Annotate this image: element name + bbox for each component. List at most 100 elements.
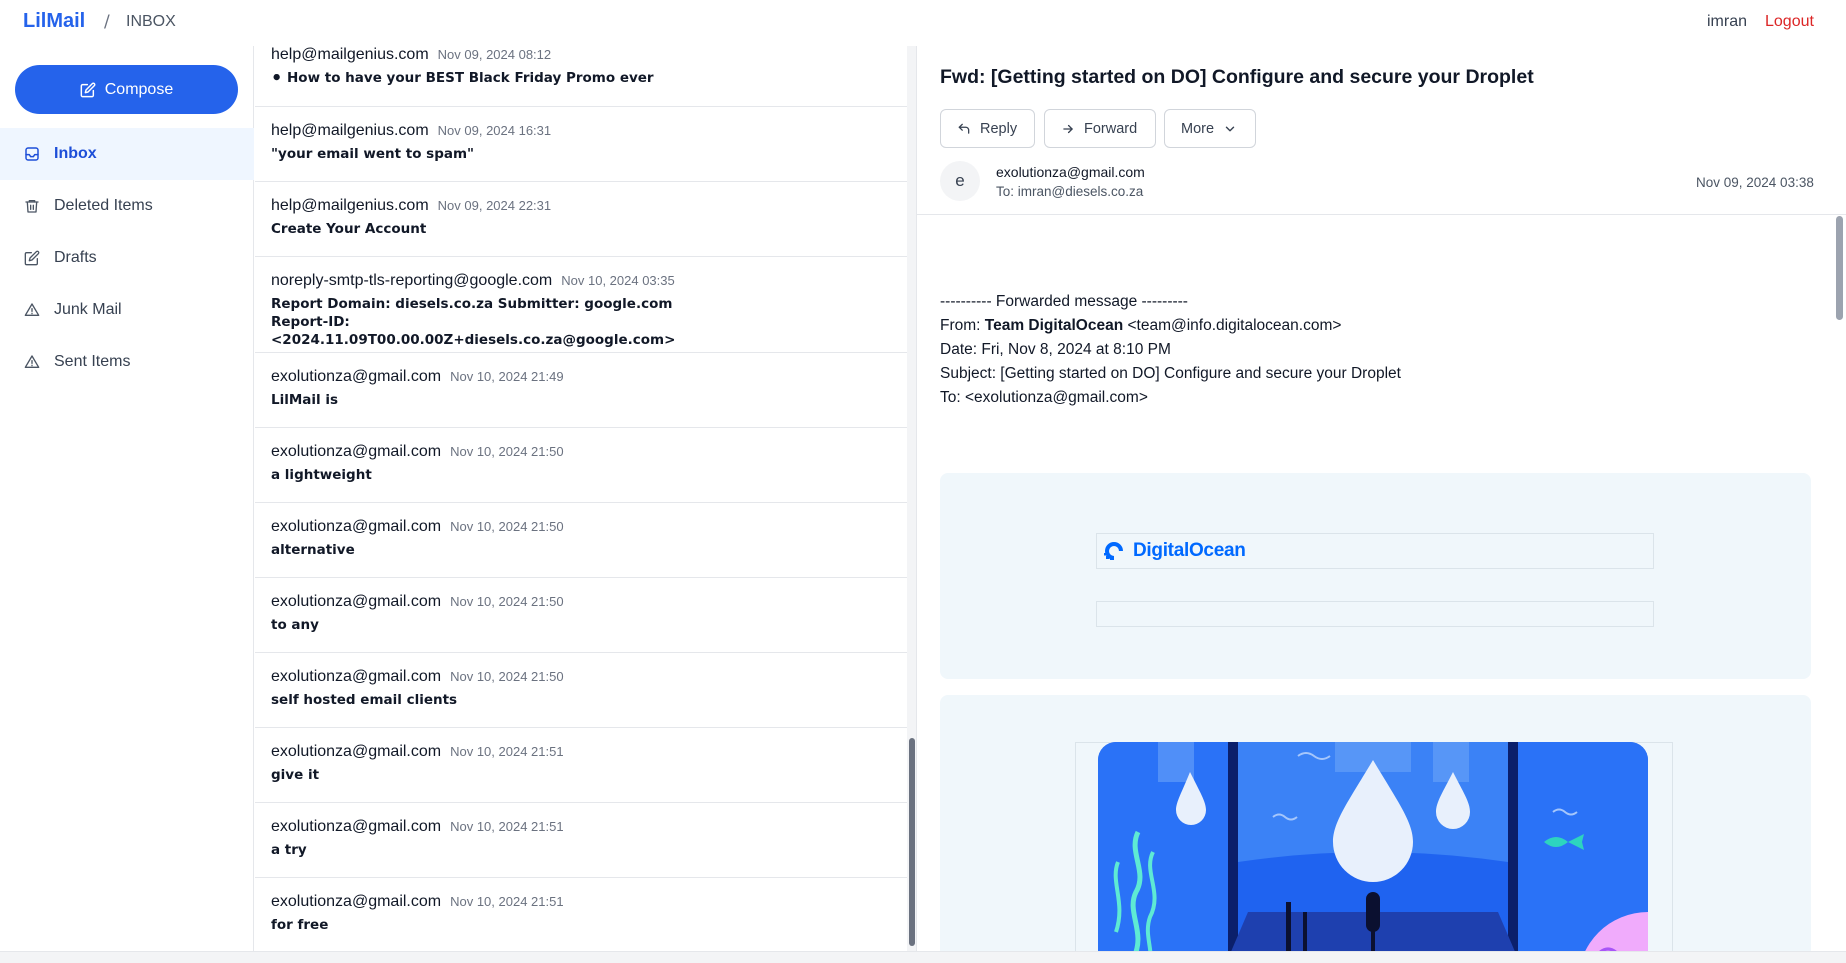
recipient: To: imran@diesels.co.za (996, 184, 1144, 199)
list-item[interactable]: exolutionza@gmail.com Nov 10, 2024 21:50 … (255, 578, 907, 653)
message-list[interactable]: help@mailgenius.com Nov 09, 2024 08:12 ⚫ … (255, 46, 907, 951)
logout-link[interactable]: Logout (1765, 13, 1814, 31)
from-email: <team@info.digitalocean.com> (1123, 317, 1342, 334)
reading-pane: Fwd: [Getting started on DO] Configure a… (916, 46, 1846, 951)
message-sender: noreply-smtp-tls-reporting@google.com (271, 272, 553, 289)
message-subject: Create Your Account (271, 221, 427, 237)
reply-button[interactable]: Reply (940, 109, 1035, 148)
message-date: Nov 10, 2024 21:51 (450, 894, 564, 909)
underwater-illustration (1098, 742, 1648, 951)
sidebar-item-deleted[interactable]: Deleted Items (0, 180, 254, 232)
arrow-right-icon (1063, 124, 1073, 133)
message-sender: exolutionza@gmail.com (271, 518, 442, 535)
list-item[interactable]: help@mailgenius.com Nov 09, 2024 22:31 Cr… (255, 182, 907, 257)
message-date: Nov 09, 2024 08:12 (437, 47, 552, 62)
forward-label: Forward (1084, 120, 1138, 137)
message-subject: LilMail is (271, 392, 339, 408)
sidebar-item-label: Sent Items (54, 353, 131, 370)
trash-icon (25, 200, 39, 213)
message-date: Nov 09, 2024 22:31 (437, 198, 552, 213)
compose-button[interactable]: Compose (15, 65, 238, 114)
message-sender: exolutionza@gmail.com (271, 593, 442, 610)
message-subject: Report Domain: diesels.co.za Submitter: … (271, 296, 676, 348)
email-header-card: DigitalOcean (940, 473, 1811, 679)
warning-icon (24, 355, 40, 368)
compose-icon (80, 82, 96, 97)
message-sender: exolutionza@gmail.com (271, 668, 442, 685)
list-item[interactable]: exolutionza@gmail.com Nov 10, 2024 21:50 … (255, 503, 907, 578)
scrollbar-thumb[interactable] (1836, 216, 1843, 320)
subject-line: Subject: [Getting started on DO] Configu… (940, 365, 1401, 382)
message-date: Nov 10, 2024 21:51 (450, 744, 564, 759)
hero-illustration (1098, 742, 1648, 951)
message-sender: help@mailgenius.com (271, 197, 429, 214)
sidebar-item-label: Inbox (54, 145, 97, 162)
list-item[interactable]: exolutionza@gmail.com Nov 10, 2024 21:51 … (255, 878, 907, 951)
message-subject: to any (271, 617, 319, 633)
sidebar-item-inbox[interactable]: Inbox (0, 128, 254, 180)
username: imran (1707, 13, 1748, 30)
message-subject: self hosted email clients (271, 692, 458, 708)
chevron-down-icon (1225, 126, 1235, 131)
header-divider (917, 214, 1846, 215)
date-line: Date: Fri, Nov 8, 2024 at 8:10 PM (940, 341, 1171, 358)
reading-pane-scrollbar[interactable] (1833, 214, 1845, 951)
message-sender: help@mailgenius.com (271, 46, 429, 63)
email-body: ---------- Forwarded message --------- F… (940, 290, 1401, 410)
top-bar: LilMail / INBOX imran Logout (0, 0, 1846, 46)
email-date: Nov 09, 2024 03:38 (1696, 175, 1814, 190)
sender-email: exolutionza@gmail.com (996, 164, 1145, 180)
more-label: More (1181, 120, 1215, 137)
logo-text: DigitalOcean (1133, 540, 1246, 561)
list-item[interactable]: help@mailgenius.com Nov 09, 2024 08:12 ⚫ … (255, 46, 907, 107)
list-item[interactable]: noreply-smtp-tls-reporting@google.com Nov… (255, 257, 907, 353)
message-sender: exolutionza@gmail.com (271, 368, 442, 385)
avatar: e (940, 161, 980, 201)
inbox-icon (25, 147, 39, 161)
forwarded-line: ---------- Forwarded message --------- (940, 293, 1188, 310)
message-sender: help@mailgenius.com (271, 122, 429, 139)
warning-icon (24, 303, 40, 316)
horizontal-scrollbar[interactable] (0, 951, 1846, 963)
list-item[interactable]: exolutionza@gmail.com Nov 10, 2024 21:50 … (255, 428, 907, 503)
sidebar-item-sent[interactable]: Sent Items (0, 336, 254, 388)
edit-icon (24, 250, 40, 266)
message-subject: a lightweight (271, 467, 372, 483)
message-date: Nov 10, 2024 21:49 (450, 369, 564, 384)
list-item[interactable]: help@mailgenius.com Nov 09, 2024 16:31 "y… (255, 107, 907, 182)
reply-label: Reply (980, 120, 1018, 137)
list-item[interactable]: exolutionza@gmail.com Nov 10, 2024 21:49 … (255, 353, 907, 428)
forward-button[interactable]: Forward (1044, 109, 1156, 148)
breadcrumb-separator: / (104, 12, 110, 32)
message-date: Nov 10, 2024 21:50 (450, 594, 564, 609)
empty-image-placeholder (1096, 601, 1654, 627)
reply-icon (958, 123, 970, 134)
message-sender: exolutionza@gmail.com (271, 893, 442, 910)
message-subject: for free (271, 917, 329, 933)
sidebar: Compose Inbox Deleted Items Drafts Junk … (0, 46, 254, 951)
scrollbar-thumb[interactable] (909, 738, 915, 946)
compose-label: Compose (104, 80, 174, 98)
list-item[interactable]: exolutionza@gmail.com Nov 10, 2024 21:51 … (255, 728, 907, 803)
more-button[interactable]: More (1164, 109, 1256, 148)
digitalocean-logo[interactable]: DigitalOcean (1096, 533, 1654, 569)
breadcrumb: INBOX (126, 13, 176, 30)
message-subject: a try (271, 842, 307, 858)
message-subject: "your email went to spam" (271, 146, 475, 162)
message-subject: alternative (271, 542, 355, 558)
message-date: Nov 10, 2024 21:51 (450, 819, 564, 834)
sidebar-item-label: Deleted Items (54, 197, 153, 214)
brand-logo[interactable]: LilMail (23, 10, 85, 33)
message-sender: exolutionza@gmail.com (271, 443, 442, 460)
email-subject: Fwd: [Getting started on DO] Configure a… (940, 66, 1534, 88)
from-label: From: (940, 317, 985, 334)
sidebar-item-junk[interactable]: Junk Mail (0, 284, 254, 336)
list-item[interactable]: exolutionza@gmail.com Nov 10, 2024 21:51 … (255, 803, 907, 878)
from-line: From: Team DigitalOcean <team@info.digit… (940, 314, 1401, 338)
list-item[interactable]: exolutionza@gmail.com Nov 10, 2024 21:50 … (255, 653, 907, 728)
message-date: Nov 10, 2024 21:50 (450, 444, 564, 459)
message-date: Nov 10, 2024 03:35 (561, 273, 675, 288)
sidebar-item-drafts[interactable]: Drafts (0, 232, 254, 284)
message-sender: exolutionza@gmail.com (271, 818, 442, 835)
folder-nav: Inbox Deleted Items Drafts Junk Mail Sen… (0, 128, 254, 388)
